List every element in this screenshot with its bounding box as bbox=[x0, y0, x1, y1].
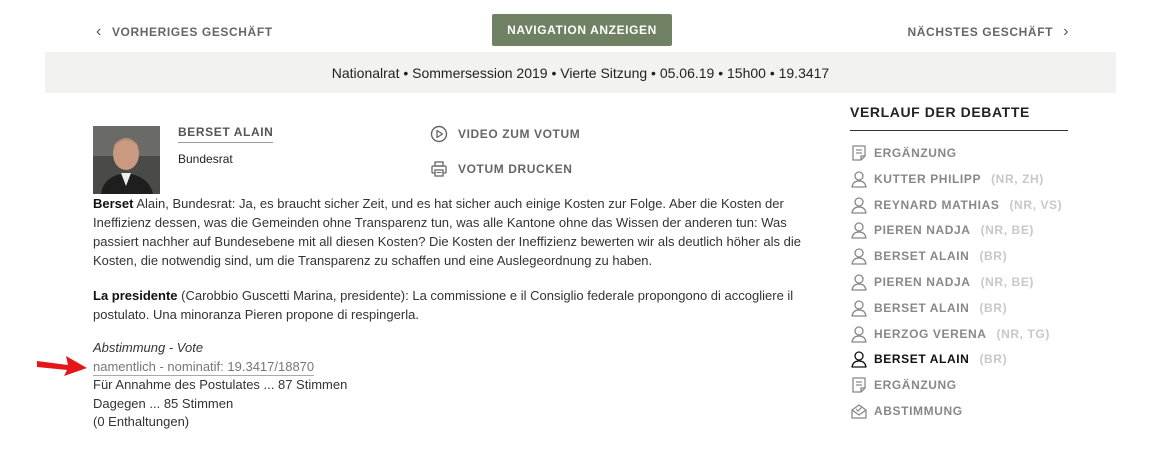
debate-history-meta: (BR) bbox=[979, 352, 1008, 367]
debate-history-label: BERSET ALAIN bbox=[874, 352, 970, 367]
person-icon bbox=[850, 221, 868, 240]
debate-history-label: BERSET ALAIN bbox=[874, 300, 970, 315]
debate-history-item[interactable]: REYNARD MATHIAS (NR, VS) bbox=[850, 196, 1062, 214]
speech-text: Alain, Bundesrat: Ja, es braucht sicher … bbox=[93, 196, 801, 268]
video-link[interactable]: VIDEO ZUM VOTUM bbox=[430, 125, 580, 143]
debate-history-item[interactable]: BERSET ALAIN (BR) bbox=[850, 350, 1008, 369]
speech-text: (Carobbio Guscetti Marina, presidente): … bbox=[93, 288, 794, 322]
video-label: VIDEO ZUM VOTUM bbox=[458, 127, 581, 141]
debate-history-label: ERGÄNZUNG bbox=[874, 146, 957, 160]
debate-history-meta: (BR) bbox=[979, 249, 1008, 264]
debate-history-meta: (NR, BE) bbox=[980, 275, 1035, 289]
debate-history-item[interactable]: ABSTIMMUNG bbox=[850, 402, 963, 420]
person-icon bbox=[850, 299, 868, 317]
print-link[interactable]: VOTUM DRUCKEN bbox=[430, 160, 572, 178]
debate-history-item[interactable]: KUTTER PHILIPP (NR, ZH) bbox=[850, 170, 1044, 188]
debate-history-label: BERSET ALAIN bbox=[874, 249, 970, 264]
red-arrow-icon bbox=[37, 356, 87, 376]
speech-speaker: Berset bbox=[93, 196, 134, 211]
vote-abstentions: (0 Enthaltungen) bbox=[93, 414, 190, 429]
speech-paragraph: Berset Alain, Bundesrat: Ja, es braucht … bbox=[93, 194, 818, 270]
speech-speaker: La presidente bbox=[93, 288, 178, 303]
debate-history-item[interactable]: BERSET ALAIN (BR) bbox=[850, 299, 1007, 317]
person-icon bbox=[850, 170, 868, 188]
debate-history-list: ERGÄNZUNG KUTTER PHILIPP (NR, ZH) REYNARD M… bbox=[850, 0, 1080, 468]
debate-history-label: PIEREN NADJA bbox=[874, 223, 971, 238]
person-icon bbox=[850, 273, 868, 291]
debate-history-meta: (NR, ZH) bbox=[991, 171, 1044, 186]
document-icon bbox=[850, 144, 868, 162]
previous-business-link[interactable]: ‹ VORHERIGES GESCHÄFT bbox=[96, 23, 273, 40]
print-label: VOTUM DRUCKEN bbox=[458, 162, 573, 176]
debate-history-label: PIEREN NADJA bbox=[874, 275, 971, 289]
play-circle-icon bbox=[430, 125, 448, 143]
debate-history-item[interactable]: PIEREN NADJA (NR, BE) bbox=[850, 221, 1035, 240]
document-icon bbox=[850, 376, 868, 394]
speaker-name-link[interactable]: BERSET ALAIN bbox=[178, 125, 274, 143]
speech-paragraph: La presidente (Carobbio Guscetti Marina,… bbox=[93, 286, 818, 324]
person-icon bbox=[850, 325, 868, 343]
vote-result-against: Dagegen ... 85 Stimmen bbox=[93, 396, 234, 411]
debate-history-label: ERGÄNZUNG bbox=[874, 378, 957, 393]
vote-result-for: Für Annahme des Postulates ... 87 Stimme… bbox=[93, 377, 348, 392]
debate-history-item[interactable]: ERGÄNZUNG bbox=[850, 376, 957, 394]
debate-history-meta: (NR, VS) bbox=[1009, 197, 1063, 212]
debate-history-meta: (NR, BE) bbox=[980, 223, 1035, 238]
roll-call-vote-link[interactable]: namentlich - nominatif: 19.3417/18870 bbox=[93, 359, 315, 376]
chevron-left-icon: ‹ bbox=[96, 23, 102, 40]
debate-history-item[interactable]: BERSET ALAIN (BR) bbox=[850, 247, 1007, 265]
printer-icon bbox=[431, 161, 447, 177]
debate-history-meta: (NR, TG) bbox=[996, 326, 1050, 341]
person-icon bbox=[850, 350, 868, 369]
person-icon bbox=[850, 196, 868, 214]
debate-history-label: KUTTER PHILIPP bbox=[874, 171, 982, 186]
speaker-role: Bundesrat bbox=[178, 152, 233, 166]
debate-history-label: REYNARD MATHIAS bbox=[874, 197, 1000, 212]
session-info-text: Nationalrat • Sommersession 2019 • Viert… bbox=[331, 64, 830, 81]
show-navigation-button[interactable]: NAVIGATION ANZEIGEN bbox=[492, 14, 672, 46]
debate-history-label: ABSTIMMUNG bbox=[874, 404, 963, 418]
speaker-avatar bbox=[93, 126, 160, 194]
debate-history-item[interactable]: HERZOG VERENA (NR, TG) bbox=[850, 325, 1050, 343]
person-icon bbox=[850, 247, 868, 265]
debate-history-item[interactable]: ERGÄNZUNG bbox=[850, 144, 957, 162]
debate-history-item[interactable]: PIEREN NADJA (NR, BE) bbox=[850, 273, 1034, 291]
debate-history-label: HERZOG VERENA bbox=[874, 326, 987, 341]
vote-label: Abstimmung - Vote bbox=[93, 340, 204, 355]
previous-business-label: VORHERIGES GESCHÄFT bbox=[111, 25, 273, 39]
ballot-icon bbox=[850, 402, 868, 420]
debate-history-meta: (BR) bbox=[979, 300, 1008, 315]
